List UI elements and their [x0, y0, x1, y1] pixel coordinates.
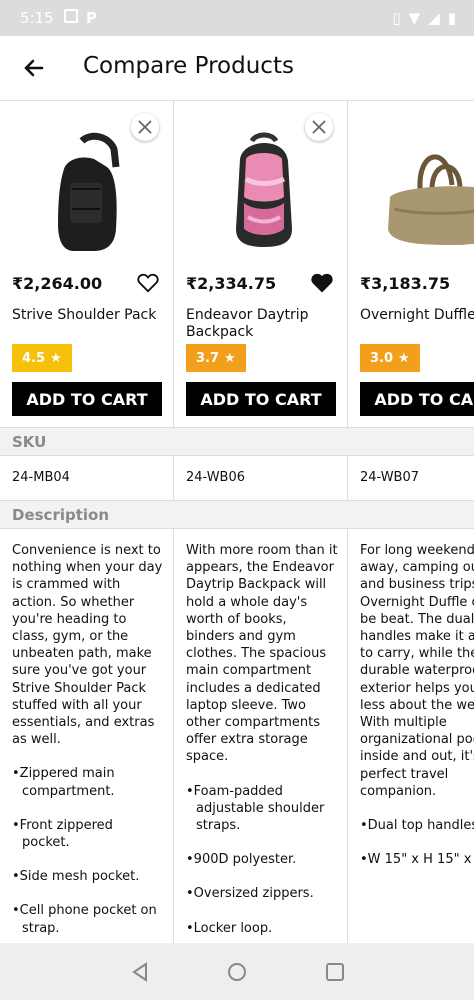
- remove-product-button[interactable]: [131, 113, 159, 141]
- description-bullet: •900D polyester.: [186, 852, 297, 868]
- app-bar: Compare Products: [0, 36, 474, 101]
- vibrate-icon: ▯: [392, 9, 401, 27]
- wishlist-button[interactable]: [311, 273, 333, 293]
- rating-badge: 3.0 ★: [360, 344, 420, 372]
- close-icon: [312, 120, 326, 134]
- description-cell: For long weekends away, camping outings …: [348, 529, 474, 943]
- add-to-cart-button[interactable]: ADD TO CART: [360, 382, 474, 416]
- products-row: ₹2,264.00 Strive Shoulder Pack 4.5 ★ ADD…: [0, 101, 474, 428]
- rating-value: 3.7: [196, 350, 220, 366]
- status-left-icons: P: [64, 9, 97, 27]
- description-bullet: •Zippered main compartment.: [12, 766, 115, 799]
- description-bullet: •Dual top handles.: [360, 818, 474, 834]
- product-name[interactable]: Strive Shoulder Pack: [12, 307, 167, 324]
- product-name[interactable]: Endeavor Daytrip Backpack: [186, 307, 341, 341]
- close-icon: [138, 120, 152, 134]
- product-card: ₹2,264.00 Strive Shoulder Pack 4.5 ★ ADD…: [0, 101, 174, 427]
- page-title: Compare Products: [83, 53, 294, 79]
- description-text: Convenience is next to nothing when your…: [12, 542, 164, 943]
- heart-filled-icon: [311, 273, 333, 293]
- nav-back-button[interactable]: [129, 961, 151, 983]
- section-header-sku: SKU: [0, 428, 474, 456]
- wifi-icon: ▼: [408, 9, 421, 27]
- sku-cell: 24-WB07: [348, 456, 474, 500]
- add-to-cart-button[interactable]: ADD TO CART: [12, 382, 162, 416]
- product-price: ₹2,264.00: [12, 274, 103, 293]
- star-icon: ★: [50, 350, 62, 366]
- system-nav-bar: [0, 943, 474, 1000]
- description-bullet: •W 15" x H 15" x D 9".: [360, 852, 474, 868]
- rating-value: 3.0: [370, 350, 394, 366]
- description-bullet: •Foam-padded adjustable shoulder straps.: [186, 783, 325, 834]
- back-button[interactable]: [16, 50, 52, 86]
- description-text: For long weekends away, camping outings …: [360, 542, 474, 885]
- description-text: With more room than it appears, the Ende…: [186, 542, 338, 943]
- product-image[interactable]: [360, 119, 474, 259]
- star-icon: ★: [398, 350, 410, 366]
- rating-value: 4.5: [22, 350, 46, 366]
- description-bullet: •Front zippered pocket.: [12, 817, 113, 851]
- image-notification-icon: [64, 9, 78, 23]
- arrow-back-icon: [24, 59, 44, 77]
- product-card: ₹2,334.75 Endeavor Daytrip Backpack 3.7 …: [174, 101, 348, 427]
- nav-recents-button[interactable]: [324, 961, 346, 983]
- sku-value: 24-WB07: [360, 470, 420, 485]
- heart-outline-icon: [137, 273, 159, 293]
- description-bullet: •Locker loop.: [186, 920, 273, 936]
- description-row: Convenience is next to nothing when your…: [0, 529, 474, 943]
- description-intro: Convenience is next to nothing when your…: [12, 543, 163, 748]
- signal-icon: ◢: [428, 9, 440, 27]
- sku-value: 24-WB06: [186, 470, 246, 485]
- battery-icon: ▮: [447, 9, 456, 27]
- triangle-back-icon: [132, 962, 147, 982]
- sku-cell: 24-WB06: [174, 456, 348, 500]
- description-bullet: •Side mesh pocket.: [12, 869, 140, 885]
- product-price: ₹3,183.75: [360, 274, 451, 293]
- rating-badge: 4.5 ★: [12, 344, 72, 372]
- parking-notification-icon: P: [86, 9, 97, 27]
- description-bullet: •Cell phone pocket on strap.: [12, 903, 157, 936]
- add-to-cart-button[interactable]: ADD TO CART: [186, 382, 336, 416]
- wishlist-button[interactable]: [137, 273, 159, 293]
- description-intro: For long weekends away, camping outings …: [360, 543, 474, 799]
- description-cell: Convenience is next to nothing when your…: [0, 529, 174, 943]
- sku-row: 24-MB04 24-WB06 24-WB07: [0, 456, 474, 501]
- description-cell: With more room than it appears, the Ende…: [174, 529, 348, 943]
- sku-cell: 24-MB04: [0, 456, 174, 500]
- status-time: 5:15: [20, 9, 54, 27]
- star-icon: ★: [224, 350, 236, 366]
- status-bar: 5:15 P ▯ ▼ ◢ ▮: [0, 0, 474, 36]
- sku-value: 24-MB04: [12, 470, 70, 485]
- remove-product-button[interactable]: [305, 113, 333, 141]
- product-card: ₹3,183.75 Overnight Duffle 3.0 ★ ADD TO …: [348, 101, 474, 427]
- status-right-icons: ▯ ▼ ◢ ▮: [392, 9, 456, 27]
- nav-home-button[interactable]: [226, 961, 248, 983]
- section-header-description: Description: [0, 501, 474, 529]
- compare-table[interactable]: ₹2,264.00 Strive Shoulder Pack 4.5 ★ ADD…: [0, 101, 474, 943]
- circle-home-icon: [228, 963, 246, 981]
- product-price: ₹2,334.75: [186, 274, 277, 293]
- description-bullet: •Oversized zippers.: [186, 886, 314, 902]
- description-intro: With more room than it appears, the Ende…: [186, 543, 338, 765]
- rating-badge: 3.7 ★: [186, 344, 246, 372]
- product-name[interactable]: Overnight Duffle: [360, 307, 474, 324]
- square-recents-icon: [326, 963, 344, 981]
